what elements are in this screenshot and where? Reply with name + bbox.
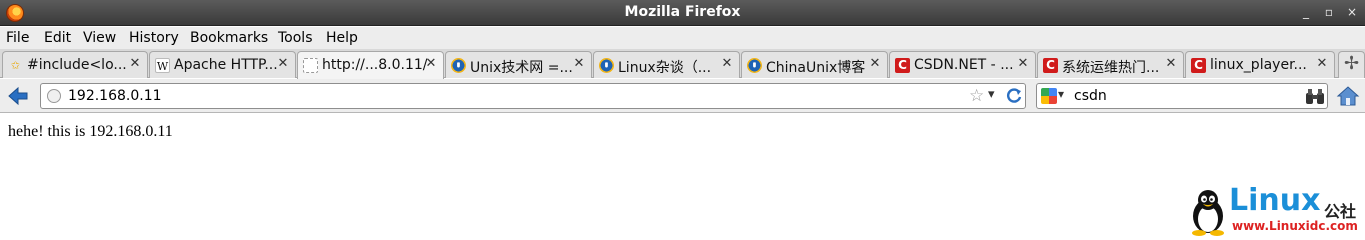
page-body-text: hehe! this is 192.168.0.11: [8, 123, 173, 140]
new-tab-icon[interactable]: ✢: [1338, 51, 1365, 78]
tab-close-icon[interactable]: ✕: [868, 56, 882, 72]
back-arrow-icon[interactable]: [6, 84, 30, 108]
menu-history[interactable]: History: [129, 30, 179, 46]
chinaunix-icon: U: [747, 58, 762, 73]
reload-icon[interactable]: [1004, 86, 1024, 106]
menu-file[interactable]: File: [6, 30, 29, 46]
chevron-down-icon[interactable]: ▾: [1058, 87, 1064, 101]
tab-label: #include<lo...: [27, 57, 127, 73]
star-icon: ✩: [10, 59, 21, 72]
google-engine-icon[interactable]: [1041, 88, 1057, 104]
search-bar[interactable]: ▾: [1036, 83, 1328, 109]
chinaunix-icon: U: [451, 58, 466, 73]
tab-ops-hot[interactable]: C 系统运维热门... ✕: [1037, 51, 1184, 78]
tab-csdn[interactable]: C CSDN.NET - ... ✕: [889, 51, 1036, 78]
menu-view[interactable]: View: [83, 30, 116, 46]
tab-label: Unix技术网 =...: [470, 60, 573, 76]
csdn-icon: C: [895, 58, 910, 73]
title-bar: Mozilla Firefox _ ▫ ×: [0, 0, 1365, 26]
tab-linux-player[interactable]: C linux_player... ✕: [1185, 51, 1335, 78]
tab-close-icon[interactable]: ✕: [128, 56, 142, 72]
tab-label: 系统运维热门...: [1062, 60, 1160, 76]
watermark-brand: Linux: [1229, 183, 1321, 218]
csdn-icon: C: [1043, 58, 1058, 73]
tab-close-icon[interactable]: ✕: [276, 56, 290, 72]
tab-label: Linux杂谈（...: [618, 60, 712, 76]
csdn-icon: C: [1191, 58, 1206, 73]
menu-edit[interactable]: Edit: [44, 30, 71, 46]
close-window-button[interactable]: ×: [1344, 4, 1360, 20]
home-icon[interactable]: [1336, 84, 1360, 108]
site-identity-icon[interactable]: [47, 89, 61, 103]
binoculars-search-icon[interactable]: [1305, 88, 1325, 105]
tab-close-icon[interactable]: ✕: [720, 56, 734, 72]
search-input[interactable]: [1074, 88, 1294, 104]
chinaunix-icon: U: [599, 58, 614, 73]
menu-tools[interactable]: Tools: [278, 30, 313, 46]
maximize-button[interactable]: ▫: [1321, 4, 1337, 20]
tab-unix-tech[interactable]: U Unix技术网 =... ✕: [445, 51, 592, 78]
blank-page-icon: [303, 58, 318, 73]
wikipedia-icon: W: [155, 58, 170, 73]
tab-label: http://...8.0.11/: [322, 57, 428, 73]
minimize-button[interactable]: _: [1298, 4, 1314, 20]
navigation-bar: ☆ ▾ ▾: [0, 79, 1365, 113]
url-input[interactable]: [68, 88, 968, 104]
tux-penguin-icon: [1192, 190, 1224, 236]
tab-close-icon[interactable]: ✕: [572, 56, 586, 72]
tab-close-icon[interactable]: ✕: [424, 56, 438, 72]
menu-bar: File Edit View History Bookmarks Tools H…: [0, 27, 1365, 49]
tab-label: Apache HTTP...: [174, 57, 278, 73]
menu-bookmarks[interactable]: Bookmarks: [190, 30, 268, 46]
tab-close-icon[interactable]: ✕: [1164, 56, 1178, 72]
tab-label: linux_player...: [1210, 57, 1307, 73]
watermark-url: www.Linuxidc.com: [1232, 219, 1358, 233]
tab-bar: ✩ #include<lo... ✕ W Apache HTTP... ✕ ht…: [0, 49, 1365, 79]
tab-apache[interactable]: W Apache HTTP... ✕: [149, 51, 296, 78]
bookmark-star-icon[interactable]: ☆: [969, 86, 984, 106]
tab-label: ChinaUnix博客: [766, 60, 866, 76]
tab-close-icon[interactable]: ✕: [1016, 56, 1030, 72]
tab-close-icon[interactable]: ✕: [1315, 56, 1329, 72]
menu-help[interactable]: Help: [326, 30, 358, 46]
tab-label: CSDN.NET - ...: [914, 57, 1014, 73]
url-bar[interactable]: ☆ ▾: [40, 83, 1026, 109]
linuxidc-watermark: Linux 公社 www.Linuxidc.com: [1188, 184, 1364, 236]
tab-chinaunix-blog[interactable]: U ChinaUnix博客 ✕: [741, 51, 888, 78]
tab-include[interactable]: ✩ #include<lo... ✕: [2, 51, 148, 78]
chevron-down-icon[interactable]: ▾: [988, 87, 995, 102]
tab-active-page[interactable]: http://...8.0.11/ ✕: [297, 51, 444, 79]
tab-linux-zatan[interactable]: U Linux杂谈（... ✕: [593, 51, 740, 78]
page-content: hehe! this is 192.168.0.11: [0, 114, 1365, 238]
window-title: Mozilla Firefox: [624, 4, 741, 20]
